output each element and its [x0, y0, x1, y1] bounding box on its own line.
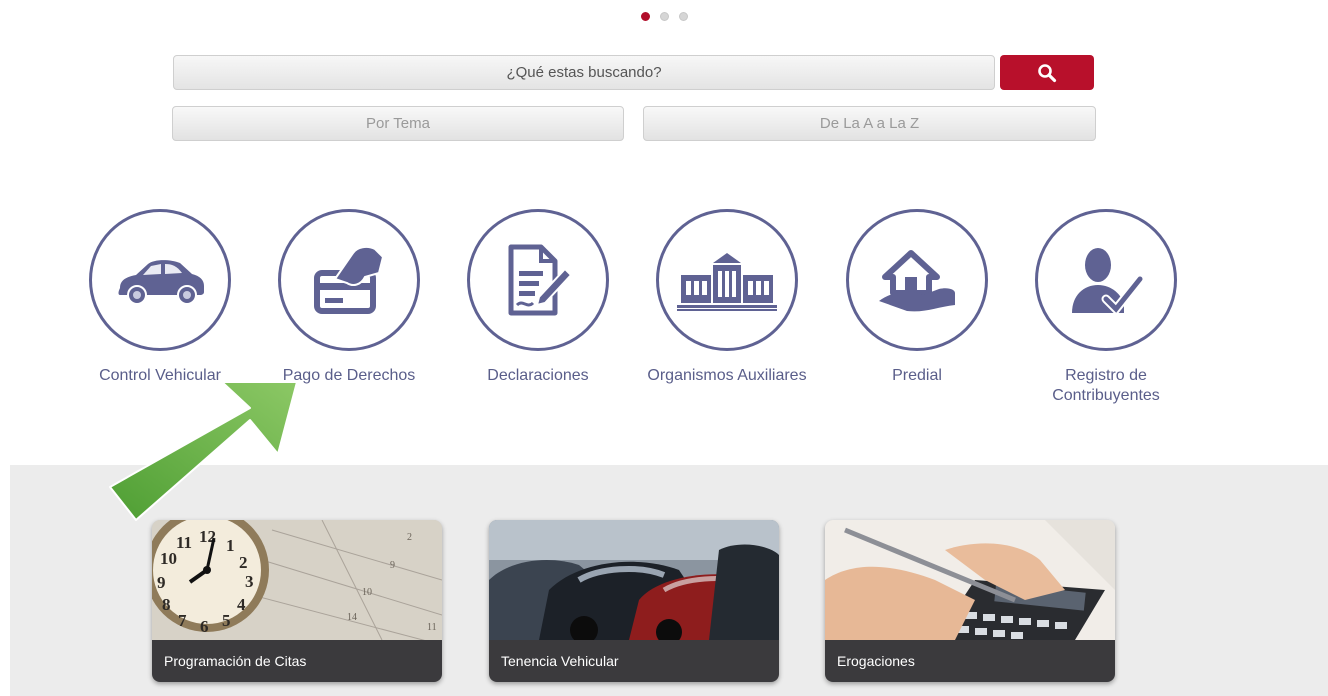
category-circle: [656, 209, 798, 351]
highlight-arrow: [109, 381, 298, 521]
filter-a-to-z-button[interactable]: De La A a La Z: [643, 106, 1096, 141]
carousel-indicators: [0, 12, 1328, 21]
svg-text:14: 14: [347, 612, 357, 623]
house-hand-icon: [879, 250, 955, 312]
category-circle: [846, 209, 988, 351]
filter-by-topic-button[interactable]: Por Tema: [172, 106, 624, 141]
category-declaraciones[interactable]: Declaraciones: [448, 209, 628, 386]
svg-text:5: 5: [222, 611, 231, 630]
category-predial[interactable]: Predial: [827, 209, 1007, 386]
svg-text:4: 4: [237, 595, 246, 614]
card-caption: Erogaciones: [825, 640, 1115, 682]
category-organismos-auxiliares[interactable]: Organismos Auxiliares: [637, 209, 817, 386]
svg-text:9: 9: [390, 560, 395, 571]
svg-text:10: 10: [160, 549, 177, 568]
svg-text:10: 10: [362, 587, 372, 598]
clock-calendar-image: 2910 1411 12 12 345 678 91011: [152, 520, 442, 640]
category-registro-de-contribuyentes[interactable]: Registro de Contribuyentes: [1016, 209, 1196, 406]
svg-text:7: 7: [178, 611, 187, 630]
category-circle: [1035, 209, 1177, 351]
svg-text:9: 9: [157, 573, 166, 592]
calculator-image: [825, 520, 1115, 640]
search-icon: [1038, 63, 1057, 82]
car-icon: [118, 260, 204, 305]
document-sign-icon: [508, 244, 573, 316]
card-payment-icon: [314, 245, 385, 314]
category-circle: [278, 209, 420, 351]
card-programacion-de-citas[interactable]: 2 9 10 14 11 12 1 2 345 678 9 10 11 Programació…: [152, 520, 442, 682]
category-label: Predial: [892, 367, 942, 384]
search-button[interactable]: [1000, 55, 1094, 90]
svg-text:2: 2: [407, 532, 412, 543]
card-tenencia-vehicular[interactable]: Tenencia Vehicular: [489, 520, 779, 682]
search-input[interactable]: [173, 55, 995, 90]
svg-text:1: 1: [226, 536, 235, 555]
svg-text:8: 8: [162, 595, 171, 614]
carousel-dot-1[interactable]: [640, 12, 650, 21]
carousel-dot-2[interactable]: [659, 12, 669, 21]
category-label: Registro de Contribuyentes: [1052, 367, 1160, 404]
category-label: Organismos Auxiliares: [647, 367, 807, 384]
category-circle: [467, 209, 609, 351]
card-erogaciones[interactable]: Erogaciones: [825, 520, 1115, 682]
svg-text:11: 11: [176, 533, 192, 552]
parked-cars-image: [489, 520, 779, 640]
category-label: Declaraciones: [487, 367, 589, 384]
card-caption: Tenencia Vehicular: [489, 640, 779, 682]
card-caption: Programación de Citas: [152, 640, 442, 682]
svg-text:2: 2: [239, 553, 248, 572]
building-icon: [677, 253, 777, 311]
category-circle: [89, 209, 231, 351]
svg-text:11: 11: [427, 622, 437, 633]
user-check-icon: [1072, 248, 1144, 316]
carousel-dot-3[interactable]: [678, 12, 688, 21]
svg-text:6: 6: [200, 617, 209, 636]
svg-text:3: 3: [245, 572, 254, 591]
